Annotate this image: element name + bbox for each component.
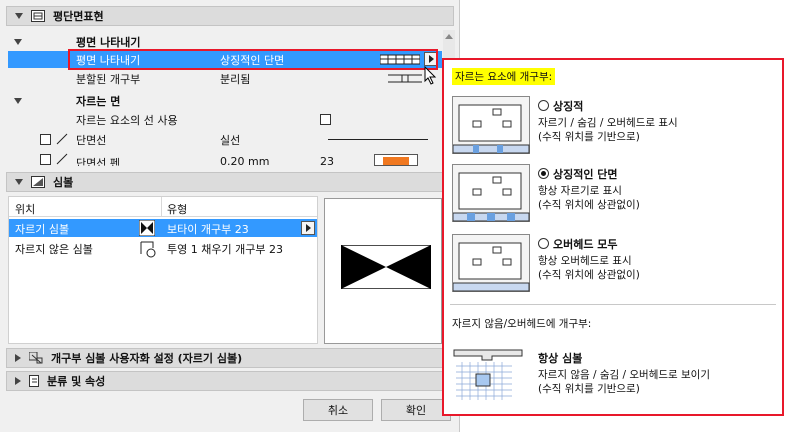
table-row[interactable]: 자르기 심볼 보타이 개구부 23 [9,219,317,237]
table-row[interactable]: 자르지 않은 심볼 투영 1 채우기 개구부 23 [9,239,317,258]
option-title: 상징적인 단면 [538,166,618,182]
group-plan-display-header[interactable]: 평면 나타내기 [8,33,442,50]
option-description: 자르지 않음 / 숨김 / 오버헤드로 보이기 [538,369,711,381]
row-type: 투영 1 채우기 개구부 23 [167,243,283,256]
option-description: 항상 오버헤드로 표시 [538,255,632,267]
option-description: 항상 자르기로 표시 [538,185,622,197]
row-position: 자르기 심볼 [15,223,70,236]
table-header: 위치 유형 [9,197,317,217]
collapse-arrow-icon[interactable] [14,38,22,45]
collapse-arrow-icon[interactable] [15,13,23,19]
plan-display-popup: 자르는 요소에 개구부: 상징적 자르기 / 숨김 / 오버헤드로 표시 (수직… [442,58,784,416]
expand-arrow-icon[interactable] [15,354,21,362]
popup-header: 자르는 요소에 개구부: [452,68,556,85]
screen: 평단면표현 평면 나타내기 평면 나타내기 상징적인 단면 분할된 개구부 분리… [0,0,805,432]
option-description-note: (수직 위치를 기반으로) [538,131,640,143]
row-value: 0.20 mm [220,155,270,166]
section-title: 평단면표현 [53,10,104,23]
split-preview-icon [388,74,422,83]
row-label: 자르는 요소의 선 사용 [76,113,178,127]
highlight-frame [68,49,438,70]
section-symbol-customize-header[interactable]: 개구부 심볼 사용자화 설정 (자르기 심볼) [6,348,454,368]
section-line-row[interactable]: 단면선 실선 [8,131,442,148]
pen-number: 23 [320,155,334,166]
row-label: 단면선 [76,133,107,147]
option-symbolic-cut[interactable]: 상징적인 단면 항상 자르기로 표시 (수직 위치에 상관없이) [444,164,782,228]
chevron-right-icon [306,224,311,232]
overhead-option-icon [452,234,530,292]
row-value: 실선 [220,133,241,147]
row-value: 분리됨 [220,72,251,86]
pen-icon [56,153,68,165]
popup-subheader: 자르지 않음/오버헤드에 개구부: [452,318,592,330]
solid-line-preview [328,139,428,140]
option-description-note: (수직 위치에 상관없이) [538,269,640,281]
bowtie-symbol-icon [139,220,155,236]
scroll-up-icon[interactable] [445,34,453,39]
radio-button[interactable] [538,238,549,249]
section-title: 심볼 [53,176,74,189]
row-label: 분할된 개구부 [76,72,141,86]
plan-section-icon [31,10,45,22]
group-label: 평면 나타내기 [76,35,141,49]
pen-color-swatch[interactable] [374,154,418,166]
option-symbolic[interactable]: 상징적 자르기 / 숨김 / 오버헤드로 표시 (수직 위치를 기반으로) [444,96,782,160]
projection-symbol-icon [140,241,156,258]
radio-button[interactable] [538,100,549,111]
option-always-symbol[interactable]: 항상 심볼 자르지 않음 / 숨김 / 오버헤드로 보이기 (수직 위치를 기반… [444,342,782,406]
opening-settings-dialog: 평단면표현 평면 나타내기 평면 나타내기 상징적인 단면 분할된 개구부 분리… [0,0,460,432]
document-icon [29,375,39,387]
symbol-table: 위치 유형 자르기 심볼 보타이 개구부 23 자르지 않은 심볼 투영 1 채… [8,196,318,344]
divider [450,304,776,305]
line-tool-icon [56,133,68,145]
group-label: 자르는 면 [76,94,121,108]
row-position: 자르지 않은 심볼 [15,243,93,256]
section-symbol-header[interactable]: 심볼 [6,172,454,192]
section-title: 개구부 심볼 사용자화 설정 (자르기 심볼) [51,352,243,365]
ok-button[interactable]: 확인 [381,399,451,421]
symbol-customize-icon [29,352,43,364]
section-line-checkbox[interactable] [40,134,51,145]
expand-arrow-icon[interactable] [15,377,21,385]
collapse-arrow-icon[interactable] [15,179,23,185]
symbolic-cut-option-icon [452,164,530,222]
pen-checkbox[interactable] [40,154,51,165]
symbol-preview [324,198,442,344]
use-line-checkbox[interactable] [320,114,331,125]
column-header-position: 위치 [15,203,36,216]
split-opening-row[interactable]: 분할된 개구부 분리됨 [8,70,442,87]
always-symbol-icon [452,342,530,404]
symbolic-option-icon [452,96,530,154]
column-header-type: 유형 [167,203,188,216]
radio-button-selected[interactable] [538,168,549,179]
section-line-pen-row[interactable]: 단면선 펜 0.20 mm 23 [8,150,442,166]
option-description-note: (수직 위치에 상관없이) [538,199,640,211]
section-title: 분류 및 속성 [47,375,106,388]
row-label: 단면선 펜 [76,157,120,166]
row-type: 보타이 개구부 23 [167,223,249,236]
group-cut-surface-header[interactable]: 자르는 면 [8,92,442,109]
option-description: 자르기 / 숨김 / 오버헤드로 표시 [538,117,678,129]
symbol-dropdown-button[interactable] [301,221,315,235]
cancel-button[interactable]: 취소 [303,399,373,421]
option-title: 오버헤드 모두 [538,236,618,252]
bowtie-preview-icon [341,245,431,289]
option-title: 상징적 [538,98,583,114]
option-description-note: (수직 위치를 기반으로) [538,383,640,395]
use-cut-element-line-row[interactable]: 자르는 요소의 선 사용 [8,111,442,128]
option-overhead-all[interactable]: 오버헤드 모두 항상 오버헤드로 표시 (수직 위치에 상관없이) [444,234,782,298]
section-classification-header[interactable]: 분류 및 속성 [6,371,454,391]
symbol-section-icon [31,176,45,188]
section-plan-and-section-header[interactable]: 평단면표현 [6,6,454,26]
collapse-arrow-icon[interactable] [14,97,22,104]
option-title: 항상 심볼 [538,352,583,365]
